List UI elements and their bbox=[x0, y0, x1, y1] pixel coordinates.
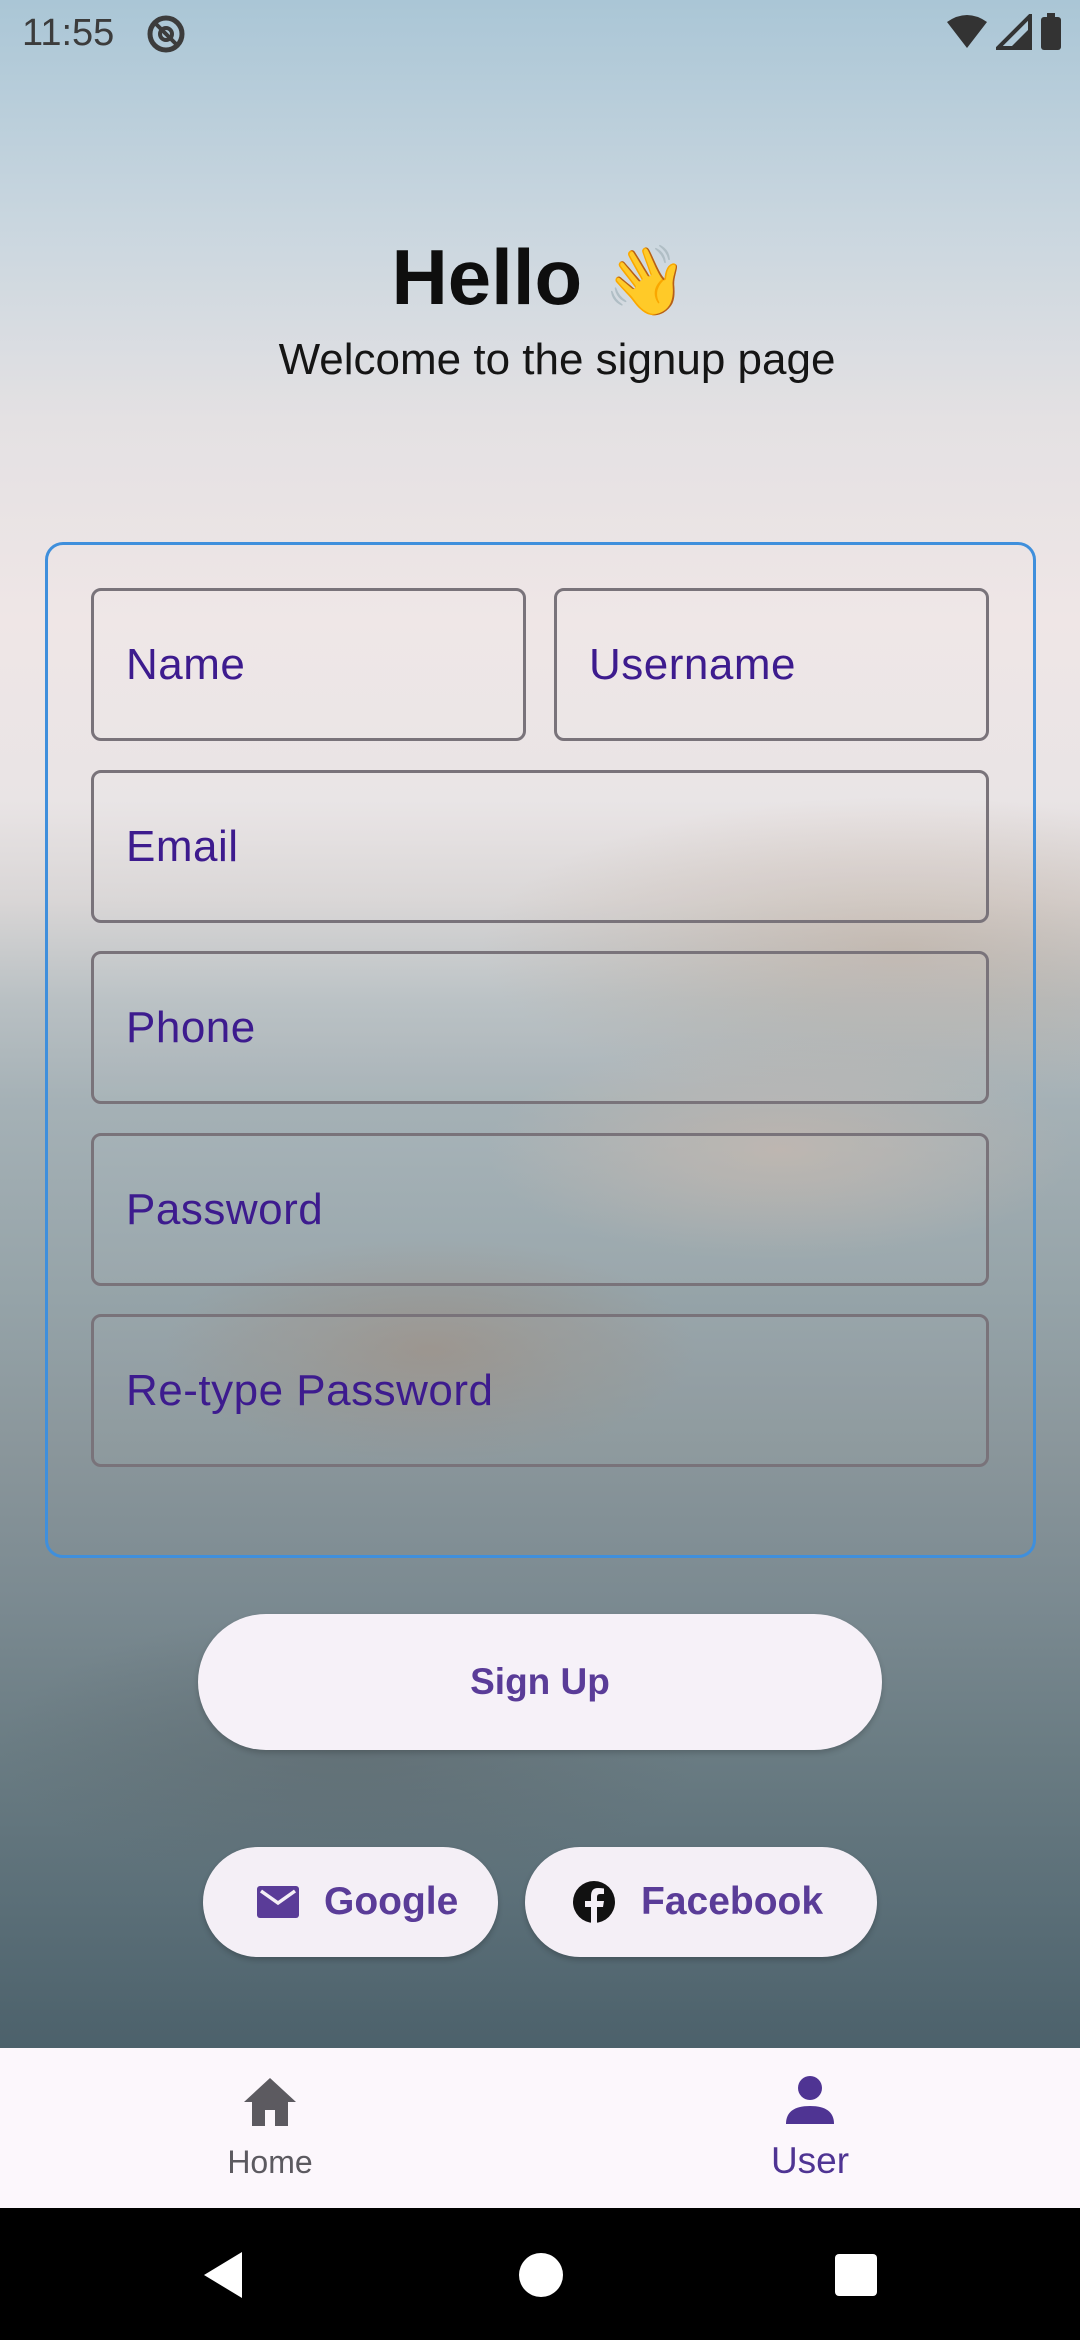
phone-field[interactable]: Phone bbox=[91, 951, 989, 1104]
username-field-label: Username bbox=[589, 639, 796, 689]
person-icon bbox=[780, 2070, 840, 2130]
nav-home-label: Home bbox=[227, 2144, 313, 2180]
email-field-label: Email bbox=[126, 821, 239, 871]
system-navigation-bar bbox=[0, 2208, 1080, 2340]
google-signin-button[interactable]: Google bbox=[203, 1847, 498, 1957]
wifi-icon bbox=[946, 14, 988, 55]
nav-item-home[interactable]: Home bbox=[0, 2048, 540, 2208]
password-field[interactable]: Password bbox=[91, 1133, 989, 1286]
nav-item-user[interactable]: User bbox=[540, 2048, 1080, 2208]
facebook-button-label: Facebook bbox=[641, 1880, 824, 1923]
google-button-label: Google bbox=[324, 1880, 459, 1923]
status-bar: 11:55 bbox=[0, 0, 1080, 68]
home-icon bbox=[240, 2072, 300, 2132]
retype-password-field-label: Re-type Password bbox=[126, 1365, 494, 1415]
battery-icon bbox=[1040, 12, 1062, 56]
bottom-navigation: Home User bbox=[0, 2048, 1080, 2208]
mail-icon bbox=[256, 1880, 300, 1924]
signup-button[interactable]: Sign Up bbox=[198, 1614, 882, 1750]
facebook-icon bbox=[572, 1880, 616, 1924]
email-field[interactable]: Email bbox=[91, 770, 989, 923]
back-icon[interactable] bbox=[198, 2248, 252, 2302]
nav-user-label: User bbox=[770, 2140, 850, 2181]
page-subtitle: Welcome to the signup page bbox=[278, 335, 836, 384]
waving-hand-emoji: 👋 bbox=[603, 243, 689, 319]
recents-icon[interactable] bbox=[829, 2248, 883, 2302]
name-field-label: Name bbox=[126, 639, 246, 689]
facebook-signin-button[interactable]: Facebook bbox=[525, 1847, 877, 1957]
password-field-label: Password bbox=[126, 1184, 324, 1234]
do-not-disturb-icon bbox=[146, 14, 186, 54]
name-field[interactable]: Name bbox=[91, 588, 526, 741]
status-icons bbox=[946, 10, 1062, 56]
signup-button-label: Sign Up bbox=[470, 1661, 610, 1702]
phone-field-label: Phone bbox=[126, 1002, 256, 1052]
cell-signal-icon bbox=[993, 10, 1032, 55]
title-text: Hello bbox=[391, 233, 583, 321]
home-button-icon[interactable] bbox=[514, 2248, 568, 2302]
retype-password-field[interactable]: Re-type Password bbox=[91, 1314, 989, 1467]
signup-screen: 11:55 Hello 👋 Welcome to the signup page bbox=[0, 0, 1080, 2048]
username-field[interactable]: Username bbox=[554, 588, 989, 741]
page-title: Hello 👋 bbox=[0, 232, 1080, 323]
status-time: 11:55 bbox=[22, 12, 115, 54]
